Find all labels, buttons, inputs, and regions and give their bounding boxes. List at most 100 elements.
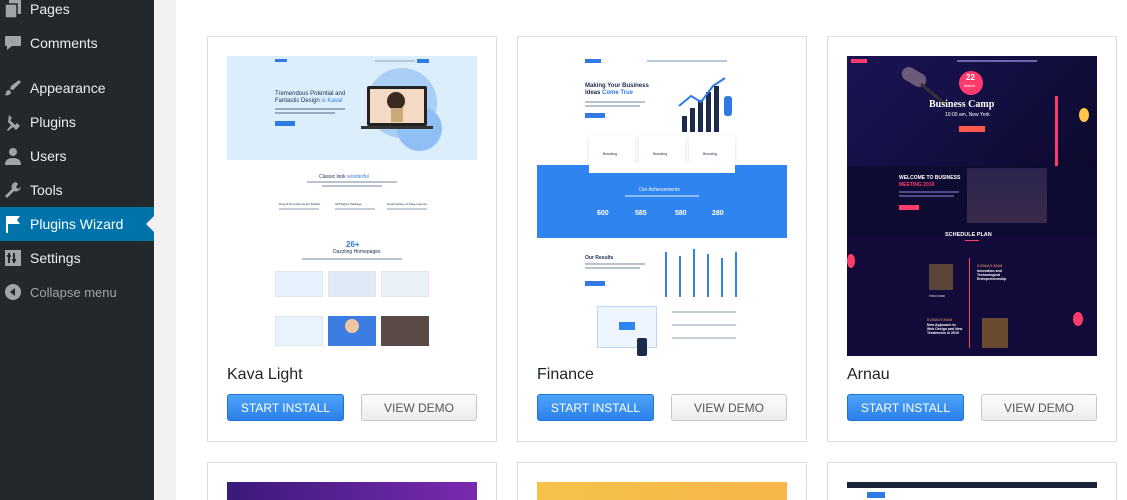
sidebar-item-comments[interactable]: Comments: [0, 26, 154, 60]
template-preview[interactable]: [537, 482, 787, 500]
sidebar-item-plugins[interactable]: Plugins: [0, 105, 154, 139]
preview-session: Innovation and Technological Entrepreneu…: [977, 269, 1007, 281]
preview-achievements-title: Our Achievements: [639, 187, 680, 193]
preview-results-bar: [665, 252, 667, 297]
preview-welcome-text: [899, 191, 959, 193]
start-install-button[interactable]: START INSTALL: [537, 394, 654, 421]
preview-session: New Approach to Web Design and New Tende…: [927, 323, 963, 335]
sidebar-item-label: Collapse menu: [30, 284, 117, 300]
preview-nav-button: [417, 59, 429, 63]
preview-illus-chart: [619, 322, 635, 330]
sidebar-item-label: Settings: [30, 250, 81, 266]
preview-results-bar: [693, 249, 695, 297]
sidebar-item-tools[interactable]: Tools: [0, 173, 154, 207]
preview-illus-person: [724, 96, 732, 116]
preview-results-list: [672, 311, 736, 313]
preview-feature-text: [335, 208, 375, 210]
sidebar-item-label: Tools: [30, 182, 63, 198]
template-card: [827, 462, 1117, 500]
preview-count-label: Dazzling Homepages: [333, 249, 381, 255]
preview-hero-button: [585, 113, 605, 118]
template-card: [207, 462, 497, 500]
preview-layout-thumb: [275, 271, 323, 297]
preview-feature-label: Branding: [603, 152, 618, 156]
template-card-arnau: 22 March Business Camp 10:00 am, New Yor…: [827, 36, 1117, 442]
preview-schedule-title: SCHEDULE PLAN: [945, 232, 992, 238]
preview-shape: [847, 254, 855, 268]
preview-hero: [227, 56, 477, 160]
preview-logo: [275, 59, 287, 62]
template-preview[interactable]: [847, 482, 1097, 500]
preview-results-text: [585, 263, 645, 265]
preview-logo: [851, 59, 867, 63]
view-demo-button[interactable]: VIEW DEMO: [671, 394, 787, 421]
view-demo-button[interactable]: VIEW DEMO: [981, 394, 1097, 421]
sidebar-item-label: Appearance: [30, 80, 106, 96]
start-install-button[interactable]: START INSTALL: [847, 394, 964, 421]
preview-stat: 580: [675, 210, 687, 217]
start-install-button[interactable]: START INSTALL: [227, 394, 344, 421]
preview-light-beam: [1055, 96, 1058, 166]
preview-achievements-text: [625, 195, 699, 197]
preview-hero-title: Making Your Business Ideas Come True: [585, 83, 649, 96]
preview-section-title: Classic look wonderful: [319, 174, 369, 180]
preview-timeline: [969, 258, 970, 348]
sidebar-item-users[interactable]: Users: [0, 139, 154, 173]
preview-event-time: 10:00 am, New York: [945, 112, 990, 118]
preview-results-bar: [721, 258, 723, 297]
preview-date-day: 22: [966, 73, 975, 82]
preview-stat: 280: [712, 210, 724, 217]
template-card-finance: Making Your Business Ideas Come True Bra…: [517, 36, 807, 442]
preview-layout-thumb: [328, 271, 376, 297]
preview-feature-text: [279, 208, 319, 210]
preview-welcome-button: [899, 205, 919, 210]
preview-hero-button: [275, 121, 295, 126]
template-preview[interactable]: [227, 482, 477, 500]
preview-time: 8:30AM-9:30AM: [977, 264, 1003, 268]
preview-welcome-1: WELCOME TO BUSINESS: [899, 175, 961, 181]
preview-hero-title: Tremendous Potential and Fantastic Desig…: [275, 91, 346, 104]
template-preview-kava-light[interactable]: Tremendous Potential and Fantastic Desig…: [227, 56, 477, 356]
preview-event-title: Business Camp: [929, 99, 995, 110]
preview-layout-thumb: [381, 316, 429, 346]
sidebar-item-appearance[interactable]: Appearance: [0, 71, 154, 105]
template-preview-arnau[interactable]: 22 March Business Camp 10:00 am, New Yor…: [847, 56, 1097, 356]
preview-hero-text-2: [585, 105, 640, 107]
preview-results-button: [585, 281, 605, 286]
preview-results-text-2: [585, 267, 640, 269]
templates-grid: Tremendous Potential and Fantastic Desig…: [176, 0, 1127, 500]
sidebar-item-label: Comments: [30, 35, 98, 51]
preview-audience-photo: [967, 168, 1047, 223]
preview-achievements-band: [537, 165, 787, 238]
preview-shape: [1073, 312, 1083, 326]
preview-nav: [647, 60, 727, 62]
sidebar-item-label: Plugins: [30, 114, 76, 130]
preview-time: 8:30AM-9:30AM: [927, 318, 953, 322]
preview-feature-label: Branding: [653, 152, 668, 156]
preview-welcome-2: MEETING 2019: [899, 182, 935, 188]
template-preview-finance[interactable]: Making Your Business Ideas Come True Bra…: [537, 56, 787, 356]
preview-stat: 585: [635, 210, 647, 217]
sidebar-item-label: Users: [30, 148, 67, 164]
preview-date-month: March: [964, 83, 976, 88]
template-card: [517, 462, 807, 500]
preview-feature-box-bottom: [589, 163, 735, 173]
comments-icon: [3, 33, 23, 53]
preview-layout-thumb: [381, 271, 429, 297]
preview-results-bar: [735, 252, 737, 297]
preview-feature-2: All Plugins Package: [335, 202, 362, 206]
preview-stat: 600: [597, 210, 609, 217]
plugins-icon: [3, 112, 23, 132]
view-demo-button[interactable]: VIEW DEMO: [361, 394, 477, 421]
sidebar-item-pages[interactable]: Pages: [0, 0, 154, 26]
collapse-menu-button[interactable]: Collapse menu: [0, 275, 154, 309]
sidebar-item-plugins-wizard[interactable]: Plugins Wizard: [0, 207, 154, 241]
sidebar-item-label: Pages: [30, 1, 70, 17]
preview-section-text-2: [322, 185, 382, 187]
sidebar-item-settings[interactable]: Settings: [0, 241, 154, 275]
pages-icon: [3, 0, 23, 19]
preview-logo: [867, 492, 885, 498]
preview-nav: [375, 60, 415, 62]
tools-icon: [3, 180, 23, 200]
preview-results-bar: [707, 254, 709, 297]
